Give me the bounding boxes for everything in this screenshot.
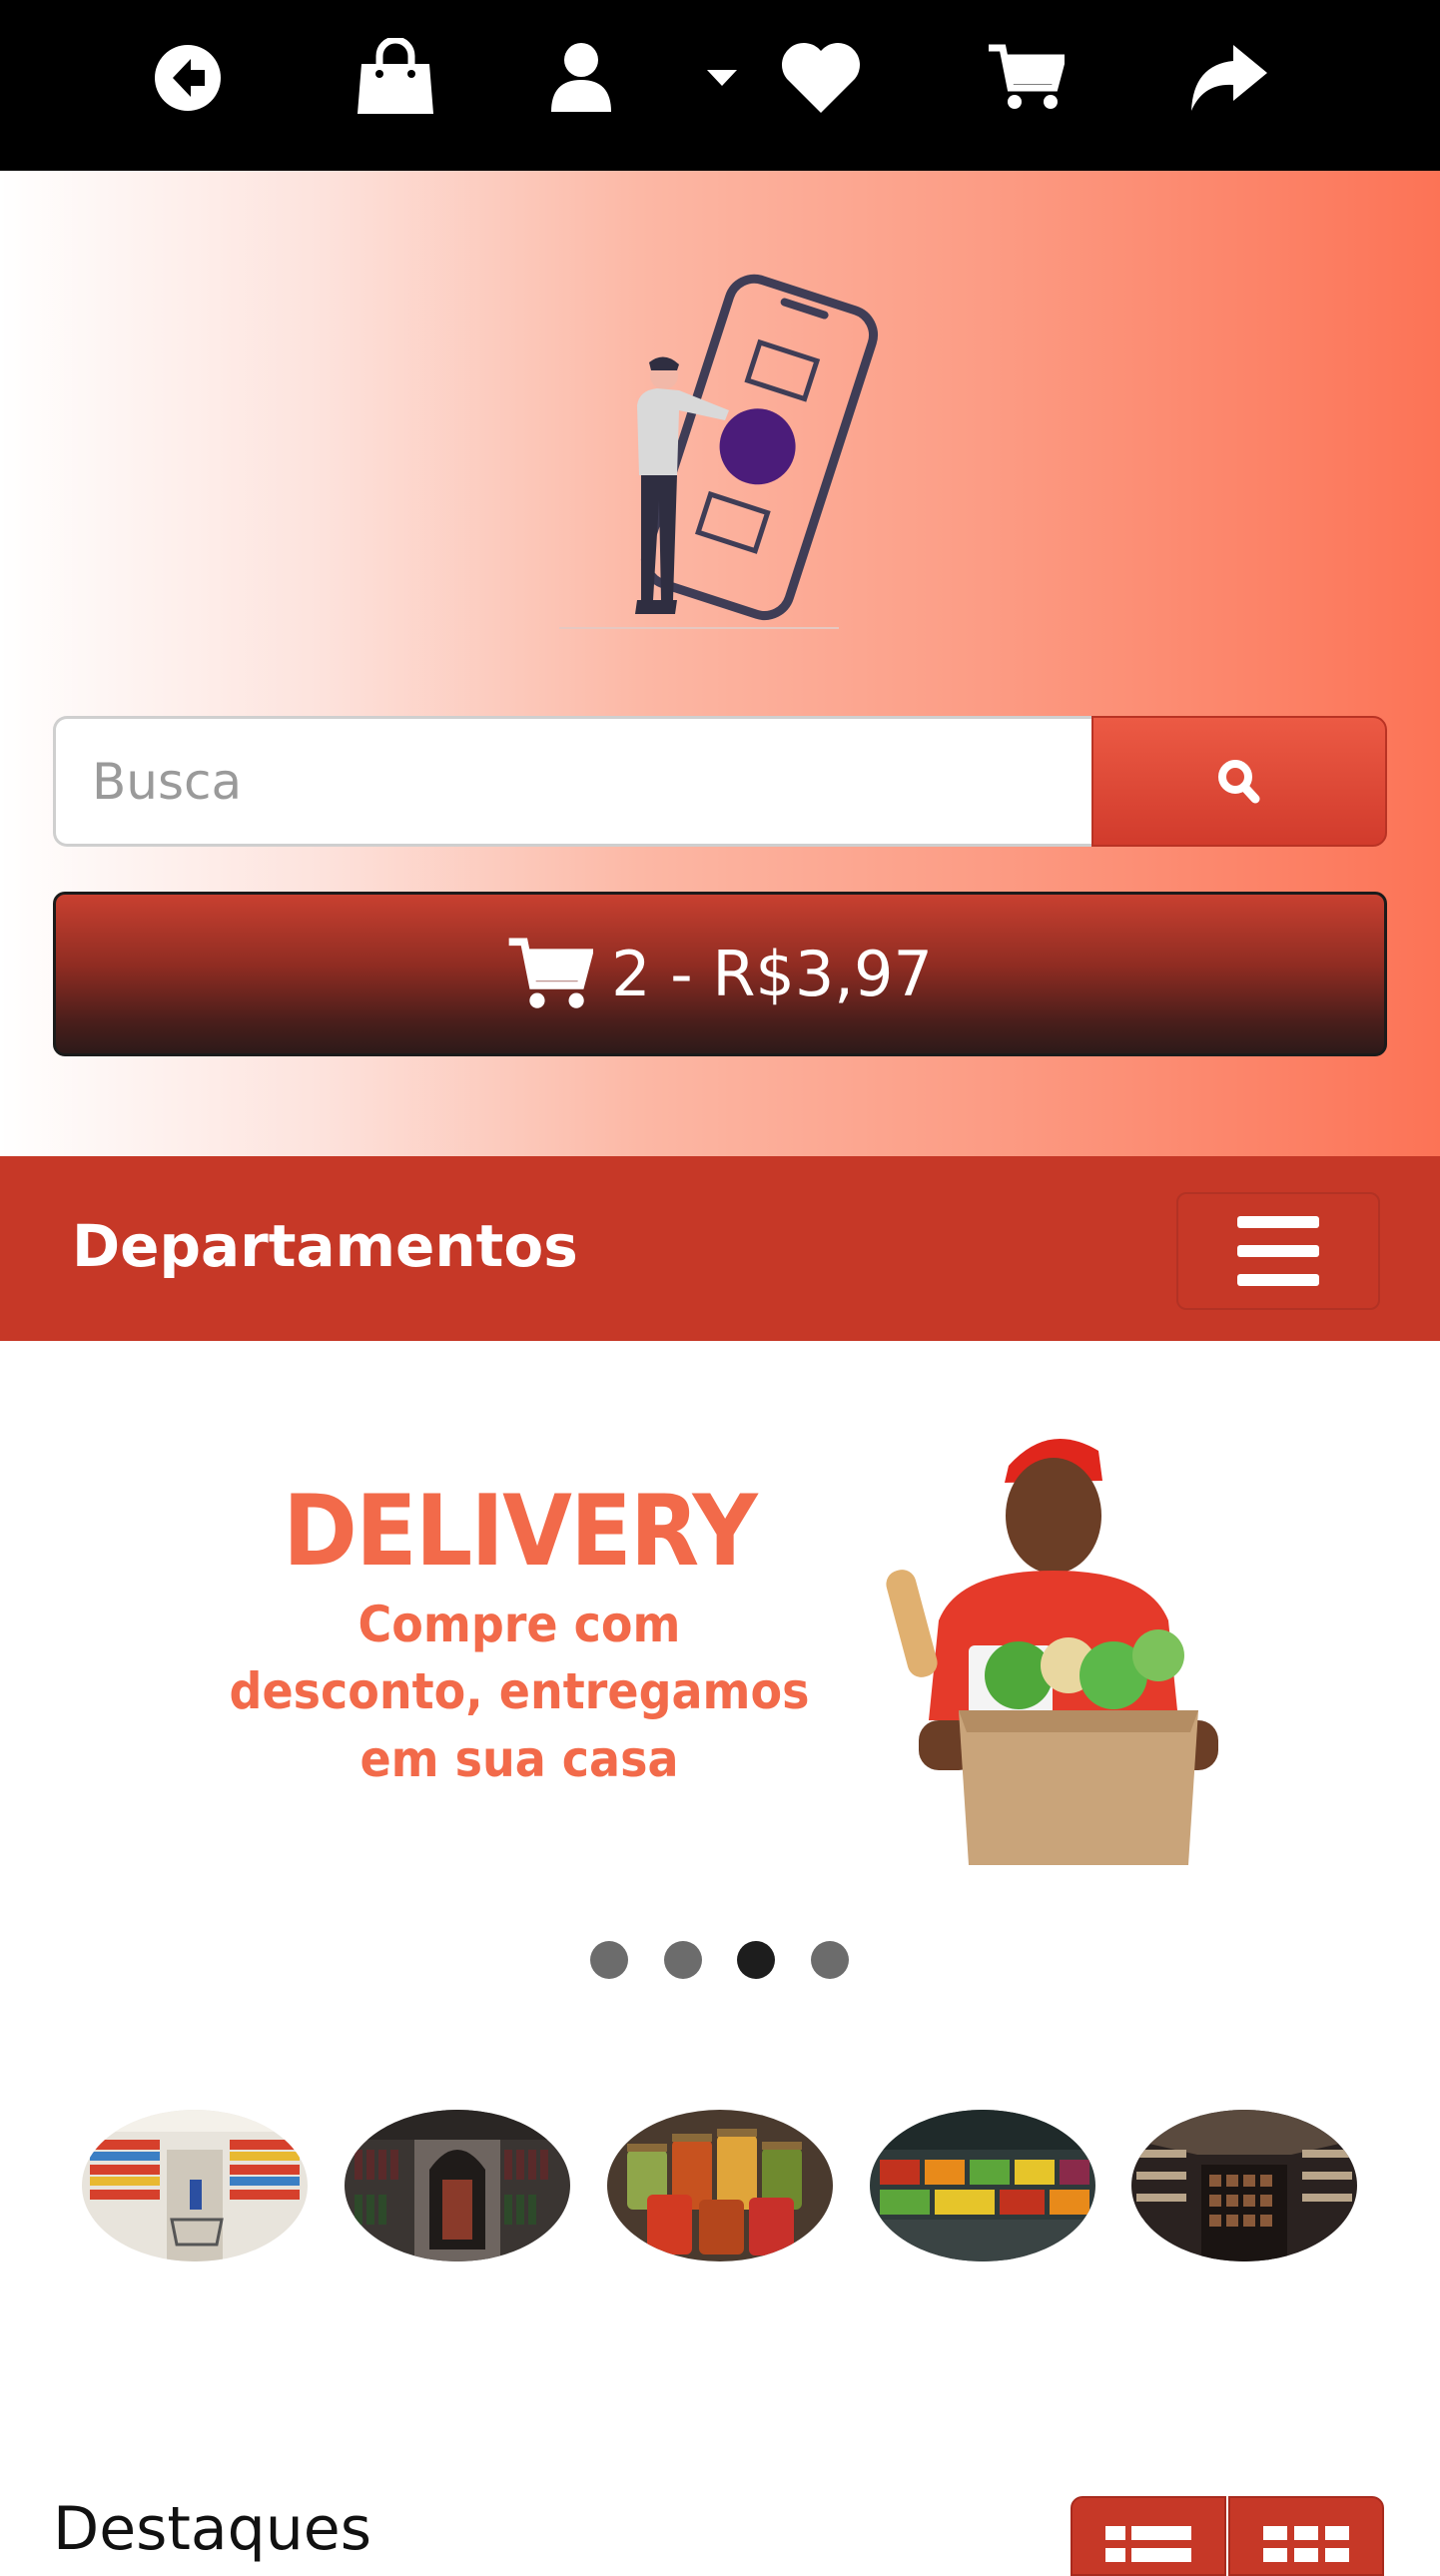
- list-view-button[interactable]: [1071, 2496, 1226, 2576]
- banner-text-block: DELIVERY Compre com desconto, entregamos…: [200, 1481, 839, 1793]
- user-icon: [551, 43, 611, 112]
- carousel-dot[interactable]: [664, 1941, 702, 1979]
- wine-shelves-image: [345, 2110, 570, 2261]
- search-bar: [53, 716, 1387, 853]
- search-input[interactable]: [53, 716, 1091, 847]
- preserves-jars-image: [607, 2110, 833, 2261]
- category-carousel: [0, 2110, 1440, 2264]
- shopping-bag-icon: [358, 38, 433, 114]
- mobile-shopping-illustration: [559, 274, 878, 629]
- featured-title: Destaques: [53, 2494, 371, 2564]
- carousel-indicators: [0, 1941, 1440, 1981]
- banner-subline-1: Compre com: [358, 1595, 681, 1653]
- delivery-person-image: [886, 1439, 1218, 1865]
- cart-icon: [508, 938, 594, 1008]
- back-button[interactable]: [138, 28, 238, 128]
- carousel-dot-active[interactable]: [737, 1941, 775, 1979]
- banner-subline-2: desconto, entregamos: [229, 1662, 810, 1721]
- cart-button[interactable]: [977, 28, 1077, 128]
- store-interior-image: [1131, 2110, 1357, 2261]
- wishlist-button[interactable]: [771, 28, 871, 128]
- supermarket-aisle-image: [82, 2110, 308, 2261]
- account-dropdown-toggle[interactable]: [687, 28, 757, 128]
- cart-summary-text: 2 - R$3,97: [611, 938, 933, 1010]
- departments-menu-button[interactable]: [1176, 1192, 1380, 1310]
- departments-title: Departamentos: [72, 1212, 578, 1280]
- search-icon: [1218, 759, 1260, 803]
- back-icon: [155, 45, 221, 111]
- produce-display-image: [870, 2110, 1095, 2261]
- top-nav-bar: [0, 0, 1440, 171]
- carousel-dot[interactable]: [811, 1941, 849, 1979]
- grid-view-icon: [1263, 2526, 1349, 2562]
- category-produce-display[interactable]: [870, 2110, 1095, 2261]
- search-button[interactable]: [1091, 716, 1387, 847]
- share-button[interactable]: [1178, 28, 1278, 128]
- heart-icon: [781, 42, 861, 114]
- banner-headline: DELIVERY: [283, 1475, 758, 1589]
- caret-down-icon: [707, 70, 737, 86]
- carousel-dot[interactable]: [590, 1941, 628, 1979]
- cart-summary-button[interactable]: 2 - R$3,97: [53, 892, 1387, 1056]
- category-wine-shelves[interactable]: [345, 2110, 570, 2261]
- shop-button[interactable]: [346, 28, 445, 128]
- category-supermarket-aisle[interactable]: [82, 2110, 308, 2261]
- cart-icon: [989, 44, 1065, 109]
- hamburger-icon: [1237, 1216, 1319, 1286]
- grid-view-button[interactable]: [1228, 2496, 1384, 2576]
- banner-subline-3: em sua casa: [360, 1729, 679, 1788]
- promo-banner[interactable]: DELIVERY Compre com desconto, entregamos…: [0, 1341, 1440, 1880]
- view-toggle-group: [1071, 2496, 1388, 2576]
- category-store-interior[interactable]: [1131, 2110, 1357, 2261]
- hero-section: 2 - R$3,97: [0, 171, 1440, 1156]
- account-button[interactable]: [531, 28, 631, 128]
- category-preserves-jars[interactable]: [607, 2110, 833, 2261]
- departments-bar: Departamentos: [0, 1156, 1440, 1341]
- share-icon: [1191, 45, 1267, 111]
- list-view-icon: [1105, 2526, 1191, 2562]
